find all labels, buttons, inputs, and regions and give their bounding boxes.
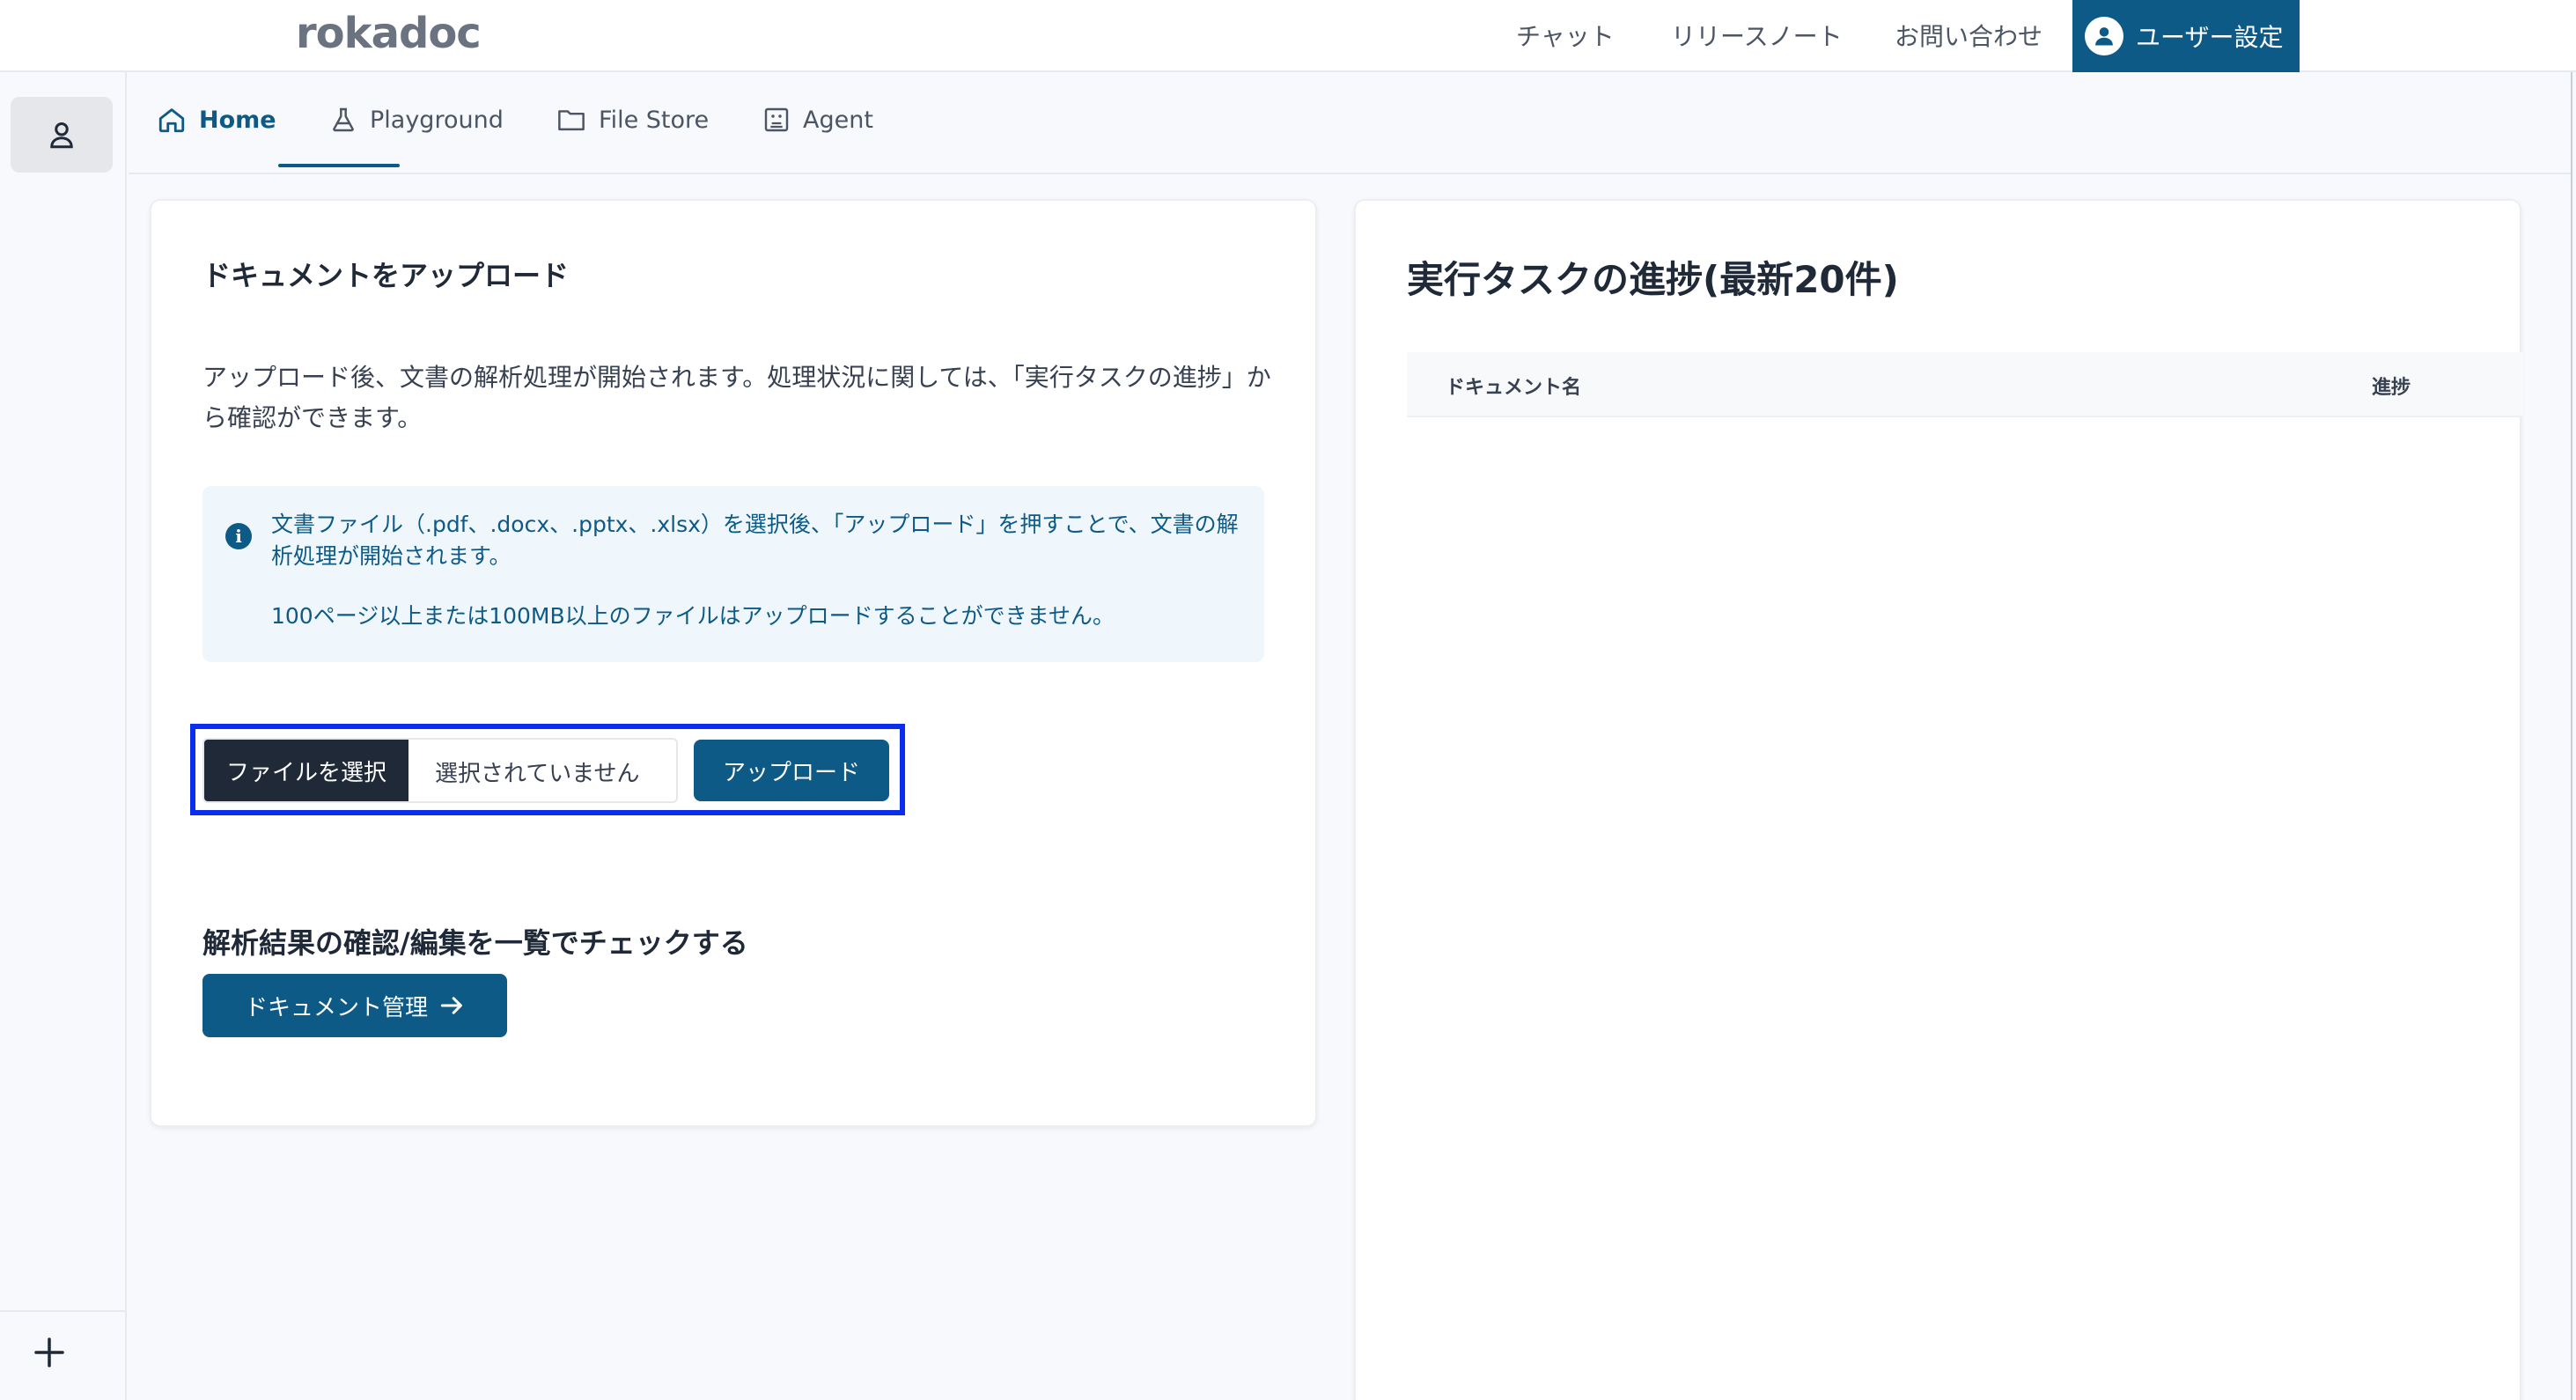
task-progress-card: 実行タスクの進捗(最新20件) ドキュメント名 進捗 <box>1354 199 2523 1400</box>
user-icon <box>50 122 73 149</box>
info-text-limits: 100ページ以上または100MB以上のファイルはアップロードすることができません… <box>271 603 1115 629</box>
upload-button[interactable]: アップロード <box>694 740 889 801</box>
window-edge <box>2571 72 2572 1400</box>
document-management-label: ドキュメント管理 <box>244 994 428 1021</box>
column-document-name[interactable]: ドキュメント名 <box>1446 372 1581 400</box>
analysis-title: 解析結果の確認/編集を一覧でチェックする <box>202 926 748 960</box>
upload-title: ドキュメントをアップロード <box>202 259 570 292</box>
nav-release-notes[interactable]: リリースノート <box>1671 18 1843 53</box>
rail-divider <box>0 1310 127 1312</box>
tab-file-store-label: File Store <box>599 106 710 134</box>
home-icon <box>158 108 185 133</box>
tab-bar: Home Playground File Store Agent <box>129 72 2571 174</box>
info-icon: i <box>225 523 252 549</box>
tab-home-label: Home <box>199 106 276 134</box>
upload-description: アップロード後、文書の解析処理が開始されます。処理状況に関しては、「実行タスクの… <box>202 363 1271 432</box>
tab-playground[interactable]: Playground <box>329 72 504 167</box>
column-progress[interactable]: 進捗 <box>2372 372 2410 400</box>
folder-icon <box>558 110 585 131</box>
tab-agent[interactable]: Agent <box>762 72 873 167</box>
top-header: rokadoc チャット リリースノート お問い合わせ ユーザー設定 <box>0 0 2576 72</box>
active-tab-indicator <box>278 164 400 167</box>
brand-logo[interactable]: rokadoc <box>296 9 482 58</box>
tab-playground-label: Playground <box>370 106 504 134</box>
info-text-formats: 文書ファイル（.pdf、.docx、.pptx、.xlsx）を選択後、「アップロ… <box>271 512 1239 569</box>
user-avatar-icon <box>2085 17 2123 55</box>
progress-title: 実行タスクの進捗(最新20件) <box>1407 258 1899 301</box>
tab-agent-label: Agent <box>803 106 873 134</box>
progress-table-header: ドキュメント名 進捗 <box>1407 352 2523 417</box>
agent-icon <box>764 107 789 132</box>
upload-card: ドキュメントをアップロード アップロード後、文書の解析処理が開始されます。処理状… <box>150 199 1317 1127</box>
choose-file-button[interactable]: ファイルを選択 <box>204 740 408 801</box>
arrow-right-icon <box>440 997 462 1014</box>
flask-icon <box>333 107 354 132</box>
tab-home[interactable]: Home <box>157 72 276 167</box>
nav-contact[interactable]: お問い合わせ <box>1895 18 2042 53</box>
tab-file-store[interactable]: File Store <box>556 72 709 167</box>
user-settings-label: ユーザー設定 <box>2136 23 2284 52</box>
plus-icon[interactable] <box>32 1335 67 1370</box>
user-settings-button[interactable]: ユーザー設定 <box>2072 0 2300 72</box>
left-rail <box>0 72 127 1400</box>
rail-user-button[interactable] <box>11 97 113 173</box>
file-input[interactable]: ファイルを選択 選択されていません <box>202 738 678 803</box>
nav-chat[interactable]: チャット <box>1516 18 1615 53</box>
info-box: i 文書ファイル（.pdf、.docx、.pptx、.xlsx）を選択後、「アッ… <box>202 486 1264 662</box>
document-management-button[interactable]: ドキュメント管理 <box>202 974 507 1037</box>
file-status-text: 選択されていません <box>435 761 640 787</box>
